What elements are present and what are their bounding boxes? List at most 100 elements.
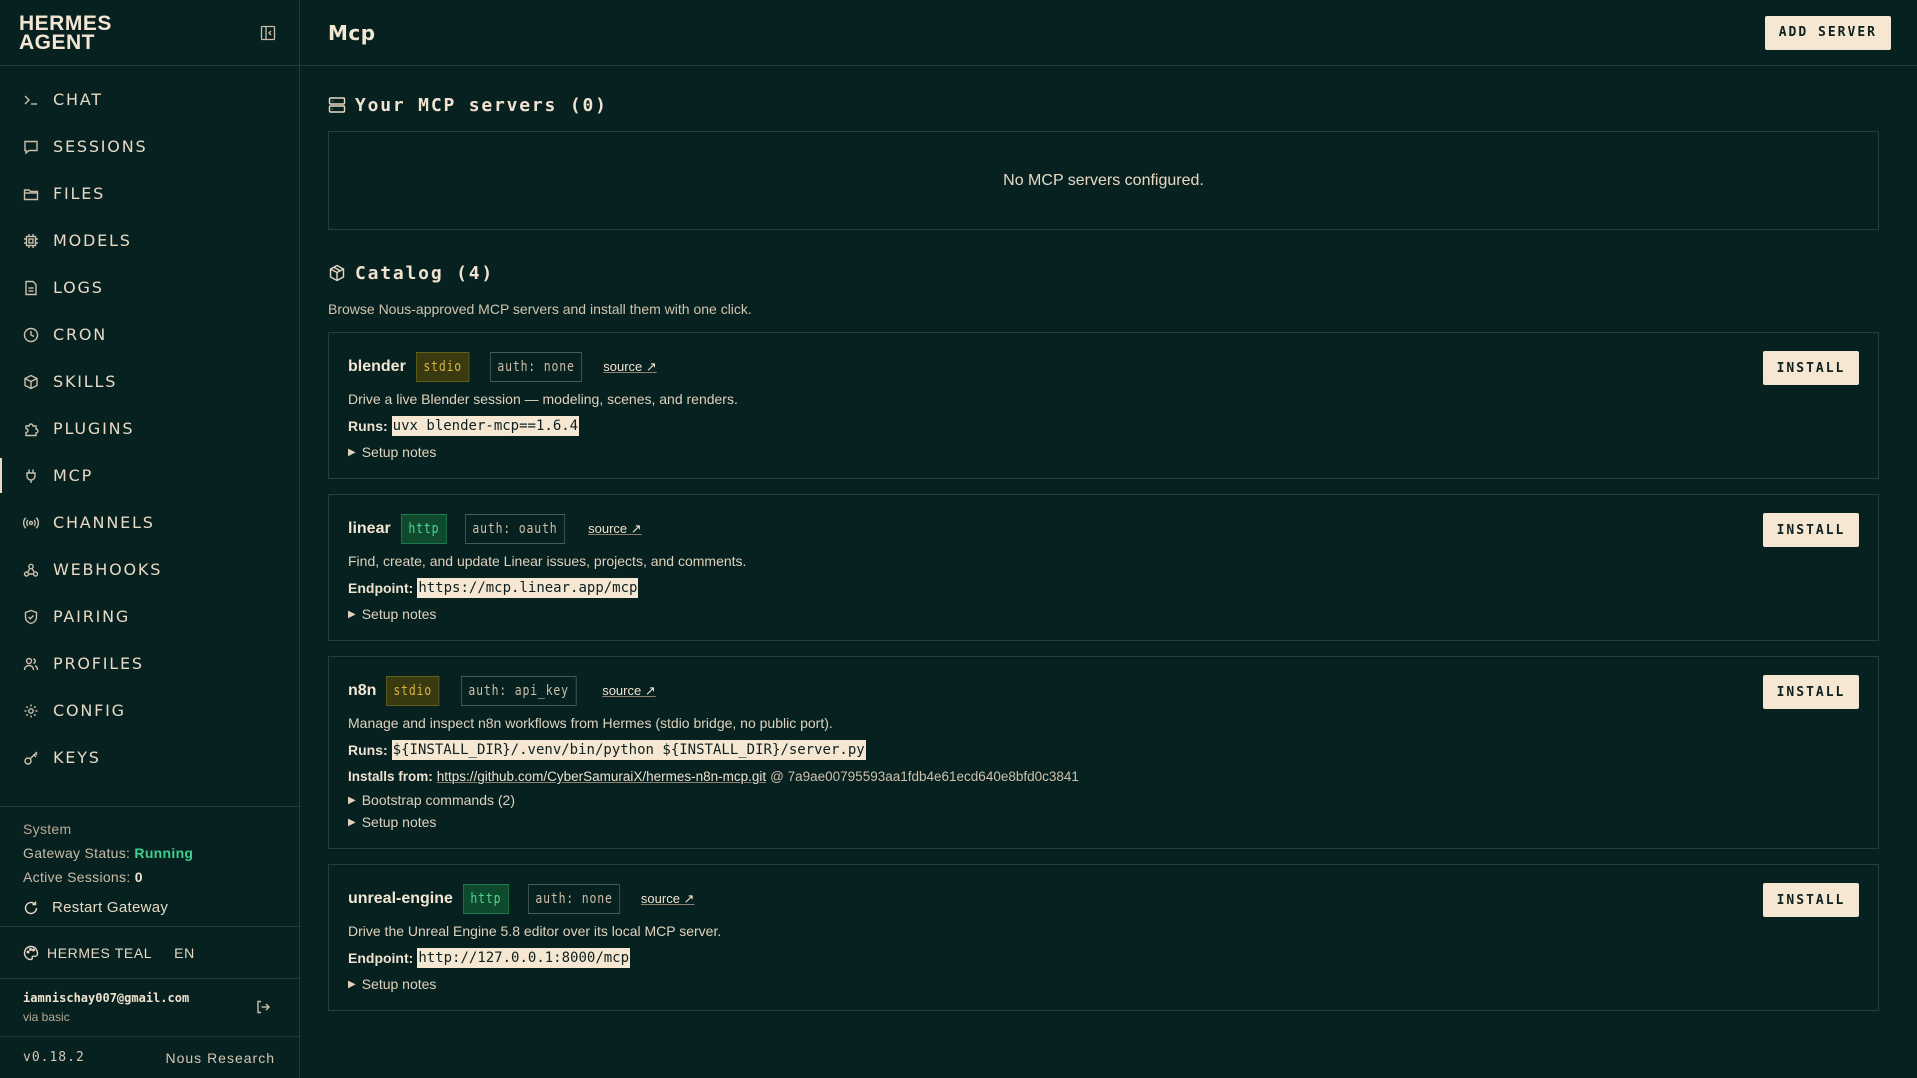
sidebar-item-mcp[interactable]: MCP [0,452,299,499]
setup-notes-toggle[interactable]: ▶ Setup notes [348,606,1859,622]
brand-logo: HERMES AGENT [19,11,112,54]
servers-empty-state: No MCP servers configured. [328,131,1879,230]
refresh-icon [24,901,38,914]
package-icon [329,264,345,282]
collapse-sidebar-icon[interactable] [259,24,277,42]
catalog-card-linear: linear http auth: oauth source ↗ Find, c… [328,494,1879,641]
install-button[interactable]: INSTALL [1763,351,1859,385]
transport-badge: http [462,884,509,914]
palette-icon [23,945,39,960]
user-row: iamnischay007@gmail.com via basic [0,978,299,1036]
sidebar-item-skills[interactable]: SKILLS [0,358,299,405]
setup-notes-label: Setup notes [361,814,437,830]
sidebar-item-label: MCP [53,466,94,485]
catalog-section-title: Catalog (4) [355,262,495,284]
key-icon [22,749,40,767]
sidebar-item-sessions[interactable]: SESSIONS [0,123,299,170]
sidebar-item-profiles[interactable]: PROFILES [0,640,299,687]
message-icon [22,138,40,156]
sidebar-item-pairing[interactable]: PAIRING [0,593,299,640]
theme-switcher[interactable]: HERMES TEAL [23,945,152,961]
page-title: Mcp [328,20,376,45]
setup-notes-label: Setup notes [361,444,437,460]
sidebar-item-files[interactable]: FILES [0,170,299,217]
active-sessions-value: 0 [134,869,143,885]
sidebar-item-chat[interactable]: CHAT [0,76,299,123]
source-link[interactable]: source ↗ [641,891,695,907]
server-name: unreal-engine [348,890,453,907]
runs-label: Runs: [348,418,388,434]
user-auth-method: via basic [23,1010,70,1024]
install-button[interactable]: INSTALL [1763,883,1859,917]
endpoint-url: https://mcp.linear.app/mcp [417,578,639,598]
bootstrap-commands-toggle[interactable]: ▶ Bootstrap commands (2) [348,792,1859,808]
install-button[interactable]: INSTALL [1763,513,1859,547]
catalog-card-unreal-engine: unreal-engine http auth: none source ↗ D… [328,864,1879,1011]
server-icon [328,97,346,113]
installs-from-line: Installs from: https://github.com/CyberS… [348,769,1859,784]
main-content: Mcp ADD SERVER Your MCP servers (0) No M… [300,0,1917,1078]
user-info: iamnischay007@gmail.com via basic [23,991,189,1024]
sidebar-item-logs[interactable]: LOGS [0,264,299,311]
add-server-button[interactable]: ADD SERVER [1764,15,1891,50]
server-name: linear [348,520,391,537]
setup-notes-toggle[interactable]: ▶ Setup notes [348,814,1859,830]
installs-from-link[interactable]: https://github.com/CyberSamuraiX/hermes-… [437,769,766,784]
endpoint-line: Endpoint: https://mcp.linear.app/mcp [348,578,1859,598]
setup-notes-toggle[interactable]: ▶ Setup notes [348,444,1859,460]
transport-badge: stdio [386,676,440,706]
server-description: Drive a live Blender session — modeling,… [348,391,738,407]
catalog-list: blender stdio auth: none source ↗ Drive … [328,332,1879,1011]
triangle-right-icon: ▶ [348,978,356,990]
package-icon [22,373,40,391]
sidebar-item-label: SKILLS [53,372,118,391]
org-label: Nous Research [165,1049,275,1066]
radio-icon [22,514,40,532]
sidebar-item-models[interactable]: MODELS [0,217,299,264]
sidebar-item-channels[interactable]: CHANNELS [0,499,299,546]
user-email: iamnischay007@gmail.com [23,991,190,1005]
runs-label: Runs: [348,742,388,758]
installs-commit: @ 7a9ae00795593aa1fdb4e61ecd640e8bfd0c38… [770,769,1079,784]
sidebar-nav: CHAT SESSIONS FILES MODELS LOGS CRON SKI… [0,66,299,806]
sidebar-item-cron[interactable]: CRON [0,311,299,358]
auth-badge: auth: none [527,884,620,914]
sidebar-item-config[interactable]: CONFIG [0,687,299,734]
plug-icon [22,467,40,485]
servers-empty-text: No MCP servers configured. [1003,171,1204,189]
sidebar-item-keys[interactable]: KEYS [0,734,299,781]
servers-section-title: Your MCP servers (0) [355,94,608,116]
auth-badge: auth: none [489,352,583,382]
restart-gateway-button[interactable]: Restart Gateway [23,899,276,916]
sidebar-item-label: CHANNELS [53,513,155,532]
terminal-icon [22,91,40,109]
install-button[interactable]: INSTALL [1763,675,1859,709]
sidebar-item-label: CRON [53,325,108,344]
gateway-status-value: Running [134,845,194,861]
endpoint-url: http://127.0.0.1:8000/mcp [417,948,631,968]
source-link[interactable]: source ↗ [603,359,657,375]
server-name: blender [348,358,406,375]
language-switcher[interactable]: EN [174,945,195,961]
bootstrap-commands-label: Bootstrap commands (2) [361,792,515,808]
endpoint-label: Endpoint: [348,950,414,966]
brand-header: HERMES AGENT [0,0,299,66]
logout-icon[interactable] [255,999,273,1017]
setup-notes-toggle[interactable]: ▶ Setup notes [348,976,1859,992]
server-name: n8n [348,682,377,699]
sidebar-item-label: KEYS [53,748,101,767]
restart-gateway-label: Restart Gateway [52,899,169,916]
shield-icon [22,608,40,626]
sidebar-item-label: PLUGINS [53,419,135,438]
sidebar: HERMES AGENT CHAT SESSIONS FILES MODELS … [0,0,300,1078]
sidebar-item-label: FILES [53,184,106,203]
cpu-icon [22,232,40,250]
sidebar-item-plugins[interactable]: PLUGINS [0,405,299,452]
source-link[interactable]: source ↗ [588,521,642,537]
sidebar-item-webhooks[interactable]: WEBHOOKS [0,546,299,593]
puzzle-icon [22,420,40,438]
server-description: Find, create, and update Linear issues, … [348,553,747,569]
card-header: unreal-engine http auth: none source ↗ [348,884,1859,914]
setup-notes-label: Setup notes [361,976,437,992]
source-link[interactable]: source ↗ [602,683,656,699]
